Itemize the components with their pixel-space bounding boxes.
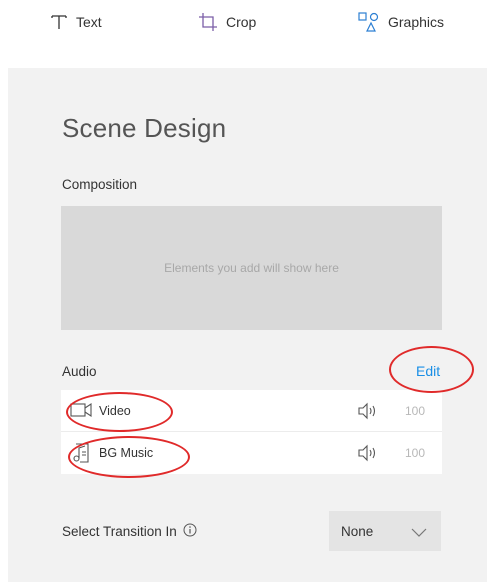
text-tool-button[interactable]: Text [50,10,102,34]
audio-label: Audio [62,364,97,379]
graphics-tool-button[interactable]: Graphics [358,10,444,34]
scene-design-panel: Scene Design Composition Elements you ad… [8,68,487,582]
text-icon [50,13,68,31]
composition-label: Composition [62,177,138,192]
music-file-icon [70,442,94,463]
audio-track-name: Video [99,403,131,418]
audio-track-volume: 100 [405,445,426,460]
top-toolbar: Text Crop Graphics [0,0,496,44]
graphics-tool-label: Graphics [388,14,445,30]
transition-select-value: None [341,523,374,539]
transition-select[interactable]: None [329,511,441,551]
composition-placeholder: Elements you add will show here [164,261,339,275]
crop-tool-label: Crop [226,14,257,30]
audio-track-volume: 100 [405,403,426,418]
composition-dropzone[interactable]: Elements you add will show here [61,206,442,330]
crop-tool-button[interactable]: Crop [198,10,256,34]
audio-edit-link[interactable]: Edit [416,363,440,379]
transition-label-text: Select Transition In [62,524,177,539]
chevron-down-icon [411,525,427,543]
page-title: Scene Design [62,113,227,143]
text-tool-label: Text [76,14,102,30]
audio-track-row-video[interactable]: Video 100 [61,390,442,432]
audio-track-name: BG Music [99,445,154,460]
crop-icon [198,12,218,32]
speaker-volume-icon[interactable] [357,444,379,462]
transition-label: Select Transition In [62,523,197,540]
audio-track-row-bg-music[interactable]: BG Music 100 [61,432,442,473]
video-camera-icon [70,400,94,420]
speaker-volume-icon[interactable] [357,402,379,420]
audio-track-list: Video 100 BG Music 100 [61,390,442,474]
info-icon[interactable] [183,523,197,540]
graphics-icon [358,12,380,32]
